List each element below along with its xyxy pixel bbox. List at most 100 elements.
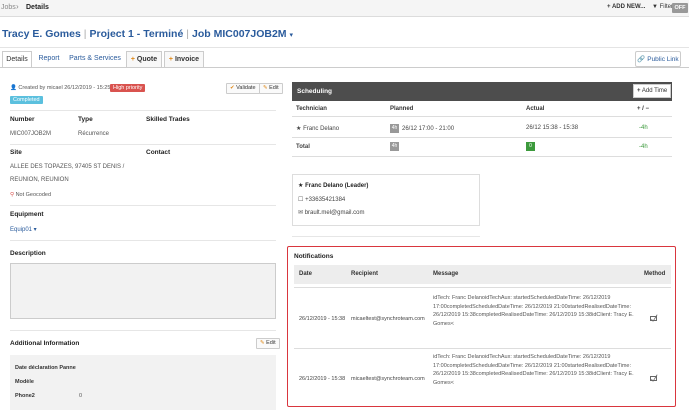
pencil-icon: ✎ (263, 85, 268, 91)
site-label: Site (10, 149, 22, 156)
status-badge: Completed (10, 96, 43, 104)
col-message: Message (433, 271, 459, 277)
total-actual-chip: 0 (526, 142, 535, 151)
skilled-trades-label: Skilled Trades (146, 116, 190, 123)
total-label: Total (296, 144, 310, 150)
technician-name: Franc Delano (303, 126, 340, 132)
notification-date: 26/12/2019 - 15:38 (299, 316, 346, 322)
tab-quote[interactable]: + Quote (126, 51, 162, 68)
schedule-row-diff: -4h (639, 125, 648, 131)
tech-phone[interactable]: ☐ +33635421384 (298, 196, 345, 203)
col-recipient: Recipient (351, 271, 379, 277)
field-label: Modèle (15, 379, 34, 385)
top-bar: Jobs › Details + ADD NEW... ▼ Filter OFF (0, 0, 689, 17)
tech-email[interactable]: ✉ brault.mel@gmail.com (298, 209, 364, 216)
tab-report[interactable]: Report (34, 51, 64, 68)
pencil-icon: ✎ (260, 340, 265, 346)
edit-label: Edit (269, 85, 279, 91)
additional-edit-label: Edit (266, 340, 276, 346)
field-value: 0 (79, 393, 83, 399)
filter-toggle[interactable]: OFF (672, 3, 688, 13)
type-value: Récurrence (78, 131, 110, 137)
filter-icon: ▼ (652, 4, 658, 10)
notification-recipient: micaeltest@synchroteam.com (351, 316, 425, 322)
check-icon: ✔ (230, 85, 235, 91)
link-icon: 🔗 (637, 56, 646, 63)
total-diff: -4h (639, 144, 648, 150)
notification-recipient: micaeltest@synchroteam.com (351, 376, 425, 382)
star-icon: ★ (296, 126, 302, 132)
filter-label[interactable]: ▼ Filter (652, 4, 673, 10)
divider (0, 67, 689, 68)
technician-card: ★ Franc Delano (Leader) ☐ +33635421384 ✉… (292, 174, 480, 226)
tab-parts-services[interactable]: Parts & Services (66, 51, 124, 68)
col-planned: Planned (390, 106, 414, 112)
planned-range: 26/12 17:00 - 21:00 (402, 126, 455, 133)
filter-text: Filter (659, 4, 673, 10)
job-selector[interactable]: Job MIC007JOB2M (192, 28, 287, 40)
tech-email-text: brault.mel@gmail.com (304, 210, 365, 216)
scheduling-header: Scheduling (292, 82, 672, 101)
user-icon: 👤 (10, 85, 17, 91)
email-method-icon (650, 376, 657, 381)
divider (10, 240, 276, 241)
public-link-button[interactable]: 🔗 Public Link (635, 51, 681, 67)
number-label: Number (10, 116, 35, 123)
notification-message: idTech: Franc DelanoidTechAux: startedSc… (433, 354, 634, 386)
plus-icon: + (637, 88, 641, 94)
email-method-icon (650, 316, 657, 321)
validate-label: Validate (236, 85, 256, 91)
col-date: Date (299, 271, 313, 277)
equipment-label: Equipment (10, 211, 44, 218)
notifications-table-header: Date Recipient Message Method (294, 265, 671, 284)
client-link[interactable]: Tracy E. Gomes (2, 28, 81, 40)
divider (292, 137, 672, 138)
envelope-icon: ✉ (298, 210, 304, 216)
breadcrumb-jobs-link[interactable]: Jobs (1, 4, 16, 11)
field-label: Phone2 (15, 393, 35, 399)
number-value: MIC007JOB2M (10, 131, 52, 137)
schedule-row-actual[interactable]: 26/12 15:38 - 15:38 (526, 125, 578, 131)
type-label: Type (78, 116, 93, 123)
col-technician: Technician (296, 106, 327, 112)
divider (294, 348, 671, 349)
total-actual: 0 (526, 142, 538, 151)
public-link-label: Public Link (647, 56, 679, 63)
add-time-button[interactable]: + Add Time (633, 84, 672, 98)
tab-invoice[interactable]: + Invoice (164, 51, 204, 68)
notification-date: 26/12/2019 - 15:38 (299, 376, 346, 382)
tab-quote-label: Quote (136, 56, 158, 63)
additional-edit-button[interactable]: ✎ Edit (256, 338, 280, 349)
description-textarea[interactable] (10, 263, 276, 319)
divider (10, 110, 276, 111)
title-separator: | (186, 28, 190, 40)
edit-button[interactable]: ✎ Edit (259, 83, 283, 94)
divider (292, 156, 672, 157)
tech-name-text: Franc Delano (Leader) (305, 183, 369, 189)
validate-button[interactable]: ✔ Validate (226, 83, 260, 94)
map-pin-icon: ⚲ (10, 192, 15, 198)
page-title: Tracy E. Gomes | Project 1 - Terminé | Job M… (2, 28, 293, 40)
contact-label: Contact (146, 149, 171, 156)
divider (10, 144, 276, 145)
breadcrumb-current: Details (26, 4, 49, 11)
notifications-title: Notifications (294, 253, 334, 260)
equipment-dropdown[interactable]: Equip01 ▾ (10, 226, 37, 233)
chevron-down-icon[interactable]: ▾ (289, 32, 293, 39)
tech-phone-text: +33635421384 (305, 197, 346, 203)
tab-details[interactable]: Details (2, 51, 32, 68)
add-time-label: Add Time (641, 88, 668, 94)
title-separator: | (83, 28, 87, 40)
add-new-button[interactable]: + ADD NEW... (607, 4, 645, 10)
col-diff: + / − (637, 106, 650, 112)
divider (0, 47, 689, 48)
additional-info-panel: Date déclaration Panne Modèle Phone2 0 (10, 355, 276, 410)
project-link[interactable]: Project 1 - Terminé (90, 28, 184, 40)
description-label: Description (10, 250, 46, 257)
geocode-status: ⚲ Not Geocoded (10, 192, 51, 198)
tab-invoice-label: Invoice (174, 56, 200, 63)
geocode-text: Not Geocoded (15, 192, 52, 198)
created-info: 👤 Created by micael 26/12/2019 - 15:25 (10, 85, 110, 91)
planned-duration-chip: 4h (390, 124, 399, 133)
breadcrumb-separator-icon: › (16, 2, 19, 11)
